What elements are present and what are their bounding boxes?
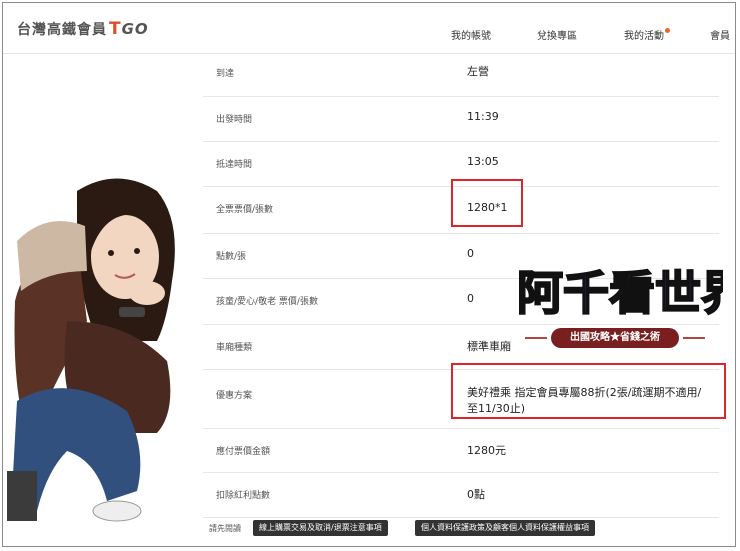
nav-my-activities[interactable]: 我的活動	[624, 27, 670, 42]
row-label: 全票票價/張數	[216, 205, 274, 215]
row-label: 孩童/愛心/敬老 票價/張數	[216, 297, 318, 307]
promotion-highlight-box	[451, 363, 726, 419]
row-value: 左營	[467, 65, 489, 78]
logo-go: GO	[121, 20, 149, 38]
row-label: 點數/張	[216, 252, 247, 262]
sticker-title-text: 阿千看世界	[517, 266, 723, 320]
nav-my-account[interactable]: 我的帳號	[451, 27, 491, 42]
table-row: 應付票價金額 1280元	[203, 429, 719, 473]
sticker-divider-right	[683, 337, 705, 339]
fare-highlight-box	[451, 179, 523, 227]
screenshot-frame: 台灣高鐵會員 TGO 我的帳號 兌換專區 我的活動 會員 到達 左營 出發時間 1…	[2, 2, 736, 547]
row-label: 出發時間	[216, 115, 253, 125]
row-value: 0	[467, 247, 474, 260]
person-photo	[7, 178, 175, 522]
row-value: 11:39	[467, 110, 499, 123]
logo-text: 台灣高鐵會員	[17, 22, 107, 38]
site-header: 台灣高鐵會員 TGO 我的帳號 兌換專區 我的活動 會員	[3, 3, 735, 54]
read-first-hint: 請先閱讀	[209, 524, 241, 533]
row-value: 0	[467, 292, 474, 305]
row-label: 應付票價金額	[216, 447, 271, 457]
sticker-title-graphic: 阿千看世界	[516, 265, 735, 321]
sticker-subtitle: 出國攻略★省錢之術	[551, 328, 679, 348]
row-label: 扣除紅利點數	[216, 491, 271, 501]
row-label: 到達	[216, 69, 235, 79]
row-label: 車廂種類	[216, 343, 253, 353]
row-value: 13:05	[467, 155, 499, 168]
notification-dot-icon	[665, 28, 670, 33]
nav-member[interactable]: 會員	[710, 27, 730, 42]
table-row: 到達 左營	[203, 53, 719, 97]
privacy-policy-button[interactable]: 個人資料保護政策及顧客個人資料保護權益事項	[415, 520, 595, 536]
table-row: 扣除紅利點數 0點	[203, 473, 719, 518]
nav-redeem[interactable]: 兌換專區	[537, 27, 577, 42]
row-label: 優惠方案	[216, 391, 253, 401]
sticker-divider-left	[525, 337, 547, 339]
purchase-refund-terms-button[interactable]: 線上購票交易及取消/退票注意事項	[253, 520, 388, 536]
site-logo[interactable]: 台灣高鐵會員 TGO	[17, 19, 149, 39]
row-value: 標準車廂	[467, 340, 511, 353]
row-value: 1280元	[467, 444, 506, 457]
row-label: 抵達時間	[216, 160, 253, 170]
footer-notice: 請先閱讀 線上購票交易及取消/退票注意事項 個人資料保護政策及顧客個人資料保護權…	[203, 517, 723, 539]
table-row: 出發時間 11:39	[203, 97, 719, 142]
logo-t: T	[109, 19, 122, 39]
blog-sticker: 阿千看世界 出國攻略★省錢之術	[513, 251, 735, 355]
row-value: 0點	[467, 488, 485, 501]
